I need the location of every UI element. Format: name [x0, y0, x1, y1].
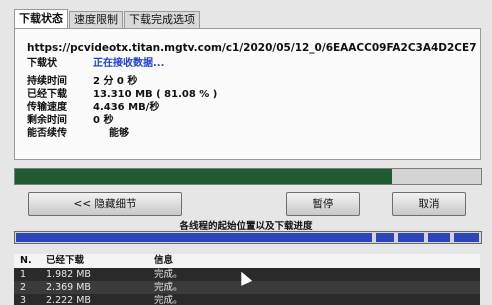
- remaining-value: 0 秒: [93, 115, 114, 126]
- progress-fill: [15, 169, 393, 184]
- thread-segment: [398, 233, 424, 242]
- header-info[interactable]: 信息: [154, 254, 173, 268]
- downloaded-label: 已经下载: [27, 89, 67, 100]
- remaining-label: 剩余时间: [27, 115, 67, 126]
- row-info: 完成。: [154, 282, 183, 293]
- speed-value: 4.436 MB/秒: [93, 102, 160, 113]
- tab-strip: 下载状态 速度限制 下载完成选项: [14, 9, 201, 28]
- tab-completion-options[interactable]: 下载完成选项: [124, 11, 200, 28]
- download-url: https://pcvideotx.titan.mgtv.com/c1/2020…: [27, 42, 477, 54]
- tab-speed-limit[interactable]: 速度限制: [69, 11, 123, 28]
- tab-download-status[interactable]: 下载状态: [14, 9, 68, 28]
- thread-segment: [376, 233, 394, 242]
- status-value: 正在接收数据...: [93, 58, 165, 69]
- speed-row: 传输速度 4.436 MB/秒: [27, 101, 159, 114]
- row-info: 完成。: [154, 295, 183, 305]
- downloaded-row: 已经下载 13.310 MB ( 81.08 % ): [27, 88, 217, 101]
- remaining-row: 剩余时间 0 秒: [27, 114, 113, 127]
- row-n: 3: [20, 295, 27, 305]
- row-downloaded: 2.369 MB: [46, 282, 91, 293]
- header-n[interactable]: N.: [20, 254, 32, 268]
- status-label: 下载状: [27, 58, 57, 69]
- duration-row: 持续时间 2 分 0 秒: [27, 75, 137, 88]
- downloaded-value: 13.310 MB ( 81.08 % ): [93, 89, 218, 100]
- threads-caption: 各线程的起始位置以及下载进度: [179, 221, 313, 232]
- hide-details-button[interactable]: << 隐藏细节: [28, 192, 182, 216]
- row-n: 2: [20, 282, 27, 293]
- thread-progress-bar: [14, 231, 482, 244]
- resume-label: 能否续传: [27, 128, 67, 139]
- resume-value: 能够: [109, 128, 129, 139]
- row-downloaded: 1.982 MB: [46, 269, 91, 280]
- table-row[interactable]: 3 2.222 MB 完成。: [14, 294, 480, 305]
- row-info: 完成。: [154, 269, 183, 280]
- row-n: 1: [20, 269, 27, 280]
- row-downloaded: 2.222 MB: [46, 295, 91, 305]
- header-downloaded[interactable]: 已经下载: [46, 254, 84, 268]
- download-info-panel: https://pcvideotx.titan.mgtv.com/c1/2020…: [14, 28, 481, 160]
- cancel-button[interactable]: 取消: [392, 192, 466, 216]
- thread-segment: [454, 233, 479, 242]
- status-row: 下载状 正在接收数据...: [27, 57, 164, 70]
- duration-label: 持续时间: [27, 76, 67, 87]
- duration-value: 2 分 0 秒: [93, 76, 138, 87]
- download-progress-bar: [14, 168, 482, 185]
- thread-segment: [428, 233, 450, 242]
- resume-row: 能否续传 能够: [27, 127, 129, 140]
- thread-segment: [16, 233, 372, 242]
- speed-label: 传输速度: [27, 102, 67, 113]
- table-header: N. 已经下载 信息: [14, 254, 480, 268]
- pause-button[interactable]: 暂停: [286, 192, 360, 216]
